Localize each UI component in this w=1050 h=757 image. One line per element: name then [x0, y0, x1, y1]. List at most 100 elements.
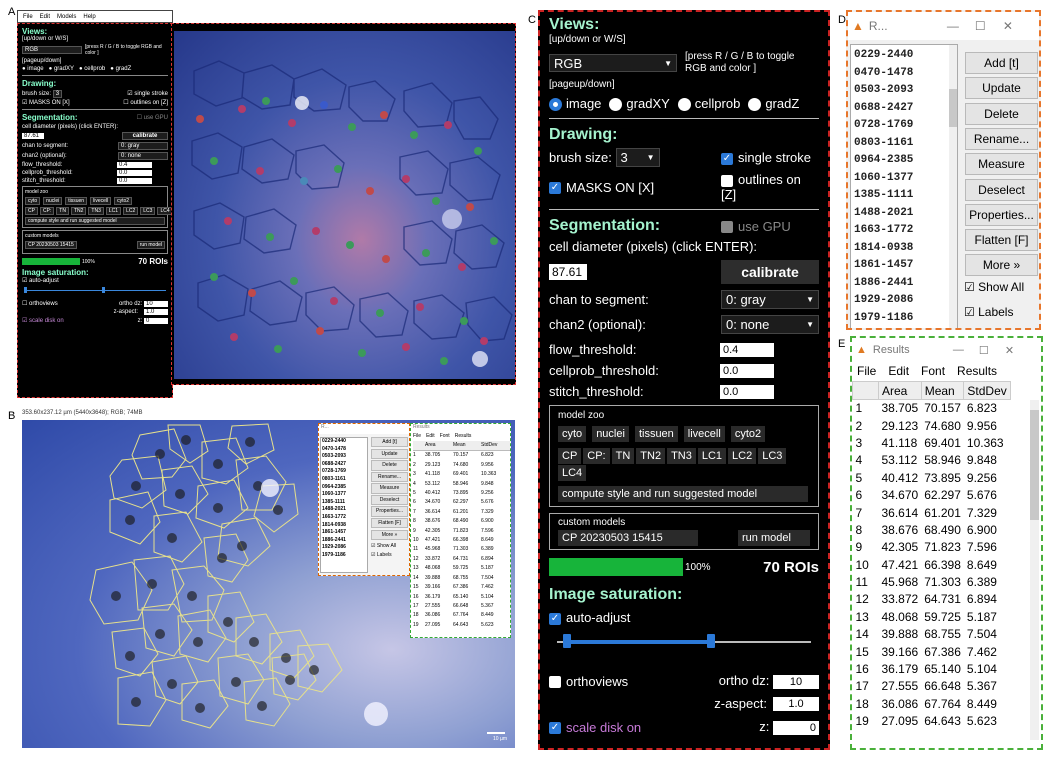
zoo-lc1[interactable]: LC1	[105, 207, 122, 215]
roi-button-update[interactable]: Update	[965, 77, 1038, 100]
ortho-dz-input[interactable]: 10	[144, 300, 168, 307]
orthoviews-checkbox-lg[interactable]: orthoviews	[549, 674, 628, 689]
color-mode-select-lg[interactable]: RGB ▼	[549, 54, 677, 72]
show-all-checkbox[interactable]: ☑ Show All	[964, 280, 1024, 294]
close-icon-results[interactable]: ✕	[1005, 344, 1014, 357]
roi-mini-item[interactable]: 1886-2441	[322, 537, 367, 545]
chan2-select-lg[interactable]: 0: none ▼	[721, 315, 819, 335]
results-row[interactable]: 7 36.614 61.201 7.329	[853, 504, 1011, 521]
saturation-slider-lg[interactable]	[549, 631, 819, 651]
results-mini-row[interactable]: 13 48.068 59.725 5.187	[413, 564, 510, 573]
roi-list-scrollbar[interactable]	[949, 45, 957, 328]
zoo-nuclei-lg[interactable]: nuclei	[592, 426, 629, 443]
single-stroke-checkbox[interactable]: ☑ single stroke	[127, 90, 168, 97]
zoo-cyto2[interactable]: cyto2	[114, 197, 133, 205]
results-mini-row[interactable]: 14 39.888 68.755 7.504	[413, 574, 510, 583]
roi-mini-item[interactable]: 0688-2427	[322, 461, 367, 469]
roi-mini-item[interactable]: 0803-1161	[322, 476, 367, 484]
diameter-input-lg[interactable]: 87.61	[549, 264, 587, 281]
maximize-icon[interactable]: ☐	[975, 19, 1003, 33]
roi-mini-button[interactable]: Add [t]	[371, 437, 408, 448]
roi-button-measure[interactable]: Measure	[965, 153, 1038, 176]
zoo-tn2-lg[interactable]: TN2	[636, 448, 666, 465]
roi-mini-button[interactable]: Delete	[371, 460, 408, 471]
z-input-lg[interactable]: 0	[773, 721, 819, 736]
results-row[interactable]: 5 40.412 73.895 9.256	[853, 469, 1011, 486]
minimize-icon[interactable]: —	[947, 19, 975, 33]
results-row[interactable]: 12 33.872 64.731 6.894	[853, 591, 1011, 608]
results-mini-row[interactable]: 4 53.112 58.946 9.848	[413, 480, 510, 489]
zoo-lc3-lg[interactable]: LC3	[758, 448, 787, 465]
results-mini-row[interactable]: 10 47.421 66.398 8.649	[413, 536, 510, 545]
roi-button-more[interactable]: More »	[965, 254, 1038, 277]
roi-list-item[interactable]: 1060-1377	[854, 170, 954, 188]
image-view-a[interactable]	[171, 23, 516, 385]
zoo-tn3[interactable]: TN3	[88, 207, 104, 215]
zoo-livecell-lg[interactable]: livecell	[683, 426, 725, 443]
z-input[interactable]: 0	[144, 317, 168, 324]
roi-list[interactable]: 0229-2440 0470-1478 0503-2093 0688-2427 0728…	[850, 44, 958, 328]
roi-list-item[interactable]: 1979-1186	[854, 310, 954, 328]
results-row[interactable]: 4 53.112 58.946 9.848	[853, 452, 1011, 469]
chan-select-lg[interactable]: 0: gray ▼	[721, 290, 819, 310]
roi-button-delete[interactable]: Delete	[965, 102, 1038, 125]
roi-mini-button[interactable]: Update	[371, 448, 408, 459]
results-mini-row[interactable]: 11 45.968 71.303 6.389	[413, 545, 510, 554]
zoo-cyto[interactable]: cyto	[25, 197, 41, 205]
roi-mini-button[interactable]: Properties...	[371, 506, 408, 517]
scale-disk-checkbox-lg[interactable]: ✓ scale disk on	[549, 720, 641, 735]
labels-checkbox[interactable]: ☑ Labels	[964, 305, 1013, 319]
roi-list-item[interactable]: 0229-2440	[854, 47, 954, 65]
roi-mini-item[interactable]: 1663-1772	[322, 514, 367, 522]
roi-mini-button[interactable]: Flatten [F]	[371, 518, 408, 529]
menu-help[interactable]: Help	[83, 14, 95, 20]
results-row[interactable]: 14 39.888 68.755 7.504	[853, 626, 1011, 643]
use-gpu-checkbox[interactable]: ☐ use GPU	[137, 114, 168, 121]
custom-model-select[interactable]: CP 20230503 15415	[25, 241, 77, 249]
results-row[interactable]: 17 27.555 66.648 5.367	[853, 678, 1011, 695]
roi-mini-item[interactable]: 0503-2093	[322, 453, 367, 461]
roi-mini-button[interactable]: More »	[371, 529, 408, 541]
roi-list-item[interactable]: 1663-1772	[854, 222, 954, 240]
roi-list-item[interactable]: 1861-1457	[854, 257, 954, 275]
results-menu-font[interactable]: Font	[921, 364, 945, 378]
cellprob-input-lg[interactable]: 0.0	[720, 363, 774, 378]
zoo-tissuen[interactable]: tissuen	[65, 197, 88, 205]
compute-style-button-lg[interactable]: compute style and run suggested model	[558, 486, 808, 503]
zoo-tissuen-lg[interactable]: tissuen	[634, 426, 678, 443]
roi-button-deselect[interactable]: Deselect	[965, 178, 1038, 201]
roi-list-item[interactable]: 1886-2441	[854, 275, 954, 293]
zoo-lc4-lg[interactable]: LC4	[558, 465, 587, 482]
maximize-icon-results[interactable]: ☐	[979, 344, 1005, 357]
slider-handle-high[interactable]	[706, 634, 715, 649]
roi-mini-button[interactable]: Deselect	[371, 494, 408, 506]
z-aspect-input-lg[interactable]: 1.0	[773, 696, 819, 711]
zoo-nuclei[interactable]: nuclei	[43, 197, 63, 205]
results-mini-row[interactable]: 6 34.670 62.297 5.676	[413, 498, 510, 507]
results-row[interactable]: 2 29.123 74.680 9.956	[853, 417, 1011, 434]
zoo-lc2-lg[interactable]: LC2	[728, 448, 757, 465]
menu-file[interactable]: File	[23, 14, 33, 20]
roi-mini-button[interactable]: Rename...	[371, 471, 408, 483]
brush-size-select-lg[interactable]: 3 ▼	[615, 148, 660, 168]
roi-mini-item[interactable]: 0470-1478	[322, 446, 367, 454]
results-mini-row[interactable]: 16 36.179 65.140 5.104	[413, 593, 510, 602]
radio-image[interactable]: ● image	[22, 66, 44, 72]
single-stroke-checkbox-lg[interactable]: ✓ single stroke	[721, 150, 819, 165]
stitch-input[interactable]: 0.0	[117, 178, 152, 184]
results-mini-row[interactable]: 2 29.123 74.680 9.956	[413, 461, 510, 470]
zoo-tn3-lg[interactable]: TN3	[667, 448, 696, 465]
chan2-select[interactable]: 0: none	[118, 152, 168, 160]
run-model-button-lg[interactable]: run model	[738, 530, 810, 547]
minimize-icon-results[interactable]: —	[953, 344, 979, 356]
results-menu-results[interactable]: Results	[957, 364, 997, 378]
radio-cellprob[interactable]: ● cellprob	[79, 66, 105, 72]
results-mini-row[interactable]: 7 36.614 61.201 7.329	[413, 508, 510, 517]
zoo-cp2-lg[interactable]: CP:	[583, 448, 610, 465]
ortho-dz-input-lg[interactable]: 10	[773, 675, 819, 690]
results-mini-row[interactable]: 8 38.676 68.490 6.900	[413, 517, 510, 526]
results-mini-menu-results[interactable]: Results	[455, 433, 472, 441]
stitch-input-lg[interactable]: 0.0	[720, 384, 774, 399]
results-mini-row[interactable]: 9 42.305 71.823 7.596	[413, 527, 510, 536]
zoo-tn2[interactable]: TN2	[70, 207, 87, 215]
